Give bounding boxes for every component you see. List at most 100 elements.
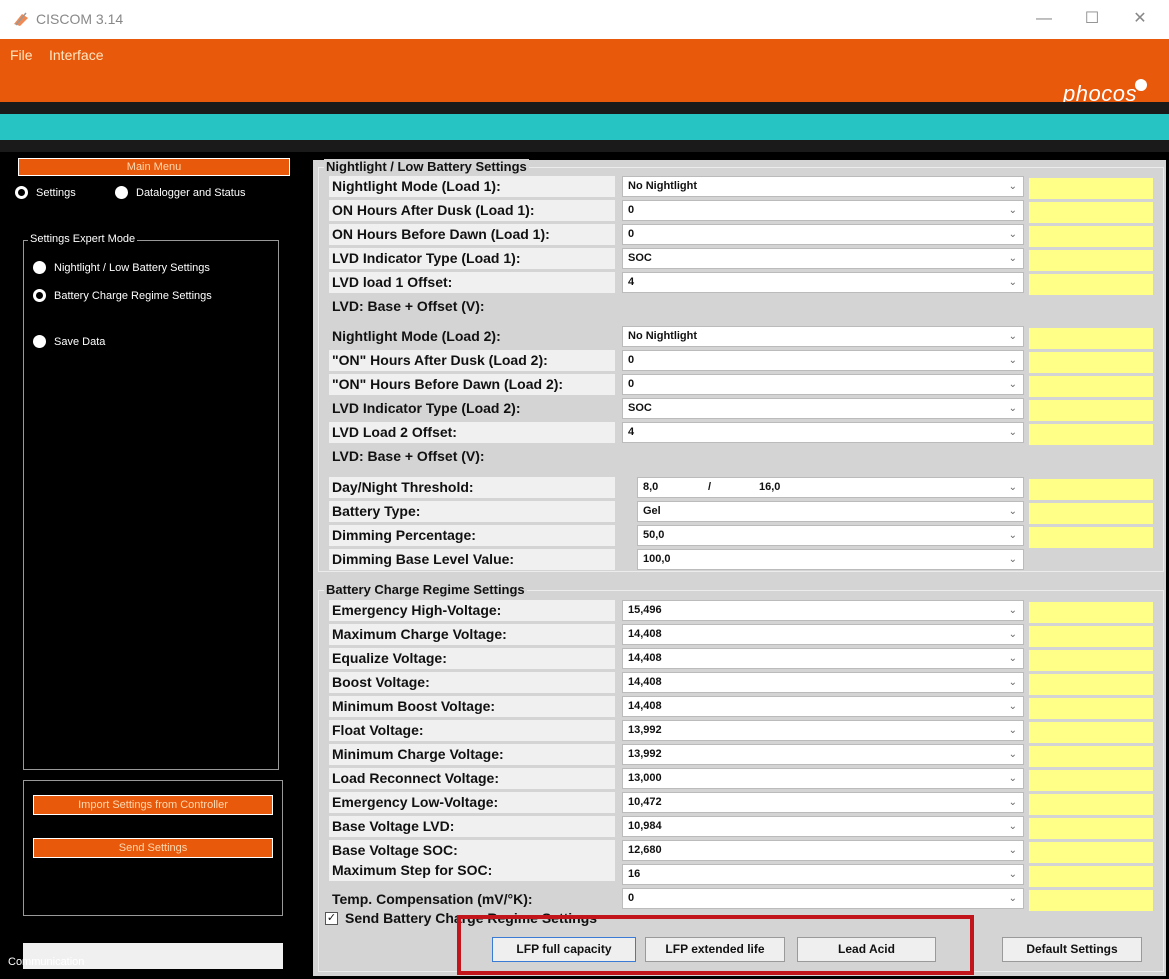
radio-settings[interactable]: Settings xyxy=(15,186,76,199)
import-settings-button[interactable]: Import Settings from Controller xyxy=(33,795,273,815)
label-nightlight-mode-2: Nightlight Mode (Load 2): xyxy=(332,328,501,344)
select-base-voltage-soc[interactable]: 12,680 ⌄ xyxy=(622,840,1024,861)
select-dimming-percentage[interactable]: 50,0 ⌄ xyxy=(637,525,1024,546)
chevron-down-icon: ⌄ xyxy=(1008,653,1017,664)
select-max-charge-voltage[interactable]: 14,408 ⌄ xyxy=(622,624,1024,645)
checkbox-checked-icon[interactable]: ✓ xyxy=(325,911,338,925)
select-value: 10,472 xyxy=(628,796,662,808)
select-equalize-voltage[interactable]: 14,408 ⌄ xyxy=(622,648,1024,669)
maximize-button[interactable]: ☐ xyxy=(1072,6,1112,32)
select-base-voltage-lvd[interactable]: 10,984 ⌄ xyxy=(622,816,1024,837)
label-battery-type: Battery Type: xyxy=(329,501,615,522)
select-value: 0 xyxy=(628,354,635,366)
chevron-down-icon: ⌄ xyxy=(1008,277,1017,288)
label-emergency-low-voltage: Emergency Low-Voltage: xyxy=(329,792,615,813)
sidebar: Main Menu Settings Datalogger and Status… xyxy=(0,152,297,979)
select-min-charge-voltage[interactable]: 13,992 ⌄ xyxy=(622,744,1024,765)
chevron-down-icon: ⌄ xyxy=(1008,749,1017,760)
select-lvd-indicator-1[interactable]: SOC ⌄ xyxy=(622,248,1024,269)
select-value: 0 xyxy=(628,892,635,904)
select-lvd-offset-1[interactable]: 4 ⌄ xyxy=(622,272,1024,293)
radio-settings-label: Settings xyxy=(36,186,76,199)
select-day-night-threshold[interactable]: 8,0 / 16,0 ⌄ xyxy=(637,477,1024,498)
radio-save-data[interactable]: Save Data xyxy=(33,335,105,348)
select-dimming-base-level[interactable]: 100,0 ⌄ xyxy=(637,549,1024,570)
app-icon xyxy=(14,12,28,26)
settings-expert-label: Settings Expert Mode xyxy=(28,233,138,245)
radio-nightlight[interactable]: Nightlight / Low Battery Settings xyxy=(33,261,210,274)
label-hours-before-dawn-2: "ON" Hours Before Dawn (Load 2): xyxy=(329,374,615,395)
minimize-button[interactable]: — xyxy=(1024,6,1064,32)
select-boost-voltage[interactable]: 14,408 ⌄ xyxy=(622,672,1024,693)
charge-section-title: Battery Charge Regime Settings xyxy=(324,582,527,597)
select-nightlight-mode-2[interactable]: No Nightlight ⌄ xyxy=(622,326,1024,347)
select-value: 0 xyxy=(628,228,635,240)
select-emergency-low-voltage[interactable]: 10,472 ⌄ xyxy=(622,792,1024,813)
select-lvd-offset-2[interactable]: 4 ⌄ xyxy=(622,422,1024,443)
chevron-down-icon: ⌄ xyxy=(1008,797,1017,808)
label-max-charge-voltage: Maximum Charge Voltage: xyxy=(329,624,615,645)
readout-field xyxy=(1029,226,1153,247)
chevron-down-icon: ⌄ xyxy=(1008,205,1017,216)
readout-field xyxy=(1029,503,1153,524)
readout-field xyxy=(1029,794,1153,815)
main-menu-button[interactable]: Main Menu xyxy=(18,158,290,176)
chevron-down-icon: ⌄ xyxy=(1008,427,1017,438)
chevron-down-icon: ⌄ xyxy=(1008,229,1017,240)
radio-datalogger[interactable]: Datalogger and Status xyxy=(115,186,245,199)
label-nightlight-mode-1: Nightlight Mode (Load 1): xyxy=(329,176,615,197)
chevron-down-icon: ⌄ xyxy=(1008,605,1017,616)
readout-field xyxy=(1029,178,1153,199)
readout-field xyxy=(1029,352,1153,373)
label-min-charge-voltage: Minimum Charge Voltage: xyxy=(329,744,615,765)
select-hours-before-dawn-2[interactable]: 0 ⌄ xyxy=(622,374,1024,395)
readout-field xyxy=(1029,527,1153,548)
readout-field xyxy=(1029,650,1153,671)
select-min-boost-voltage[interactable]: 14,408 ⌄ xyxy=(622,696,1024,717)
select-value: SOC xyxy=(628,252,652,264)
label-load-reconnect-voltage: Load Reconnect Voltage: xyxy=(329,768,615,789)
select-temp-compensation[interactable]: 0 ⌄ xyxy=(622,888,1024,909)
select-lvd-indicator-2[interactable]: SOC ⌄ xyxy=(622,398,1024,419)
readout-field xyxy=(1029,626,1153,647)
threshold-separator: / xyxy=(708,481,712,493)
send-settings-button[interactable]: Send Settings xyxy=(33,838,273,858)
default-settings-button[interactable]: Default Settings xyxy=(1002,937,1142,962)
chevron-down-icon: ⌄ xyxy=(1008,331,1017,342)
chevron-down-icon: ⌄ xyxy=(1008,253,1017,264)
select-hours-after-dusk-1[interactable]: 0 ⌄ xyxy=(622,200,1024,221)
select-hours-after-dusk-2[interactable]: 0 ⌄ xyxy=(622,350,1024,371)
label-boost-voltage: Boost Voltage: xyxy=(329,672,615,693)
select-nightlight-mode-1[interactable]: No Nightlight ⌄ xyxy=(622,176,1024,197)
select-max-step-soc[interactable]: 16 ⌄ xyxy=(622,864,1024,885)
radio-unselected-icon xyxy=(115,186,128,199)
radio-unselected-icon xyxy=(33,335,46,348)
chevron-down-icon: ⌄ xyxy=(1008,379,1017,390)
readout-field xyxy=(1029,890,1153,911)
chevron-down-icon: ⌄ xyxy=(1008,821,1017,832)
select-value: No Nightlight xyxy=(628,330,698,342)
menu-file[interactable]: File xyxy=(10,47,33,63)
select-emergency-high-voltage[interactable]: 15,496 ⌄ xyxy=(622,600,1024,621)
select-value: 14,408 xyxy=(628,676,662,688)
close-button[interactable]: ✕ xyxy=(1120,6,1160,32)
chevron-down-icon: ⌄ xyxy=(1008,893,1017,904)
label-max-step-soc: Maximum Step for SOC: xyxy=(329,860,615,881)
select-value: 100,0 xyxy=(643,553,671,565)
readout-field xyxy=(1029,698,1153,719)
header-band-teal xyxy=(0,114,1169,140)
select-hours-before-dawn-1[interactable]: 0 ⌄ xyxy=(622,224,1024,245)
label-dimming-percentage: Dimming Percentage: xyxy=(329,525,615,546)
select-value: 13,992 xyxy=(628,724,662,736)
readout-field xyxy=(1029,674,1153,695)
chevron-down-icon: ⌄ xyxy=(1008,403,1017,414)
select-load-reconnect-voltage[interactable]: 13,000 ⌄ xyxy=(622,768,1024,789)
label-lvd-indicator-2: LVD Indicator Type (Load 2): xyxy=(332,400,521,416)
select-float-voltage[interactable]: 13,992 ⌄ xyxy=(622,720,1024,741)
radio-charge-regime[interactable]: Battery Charge Regime Settings xyxy=(33,289,212,302)
readout-field xyxy=(1029,202,1153,223)
readout-field xyxy=(1029,274,1153,295)
menu-interface[interactable]: Interface xyxy=(49,47,103,63)
select-value: No Nightlight xyxy=(628,180,698,192)
select-battery-type[interactable]: Gel ⌄ xyxy=(637,501,1024,522)
